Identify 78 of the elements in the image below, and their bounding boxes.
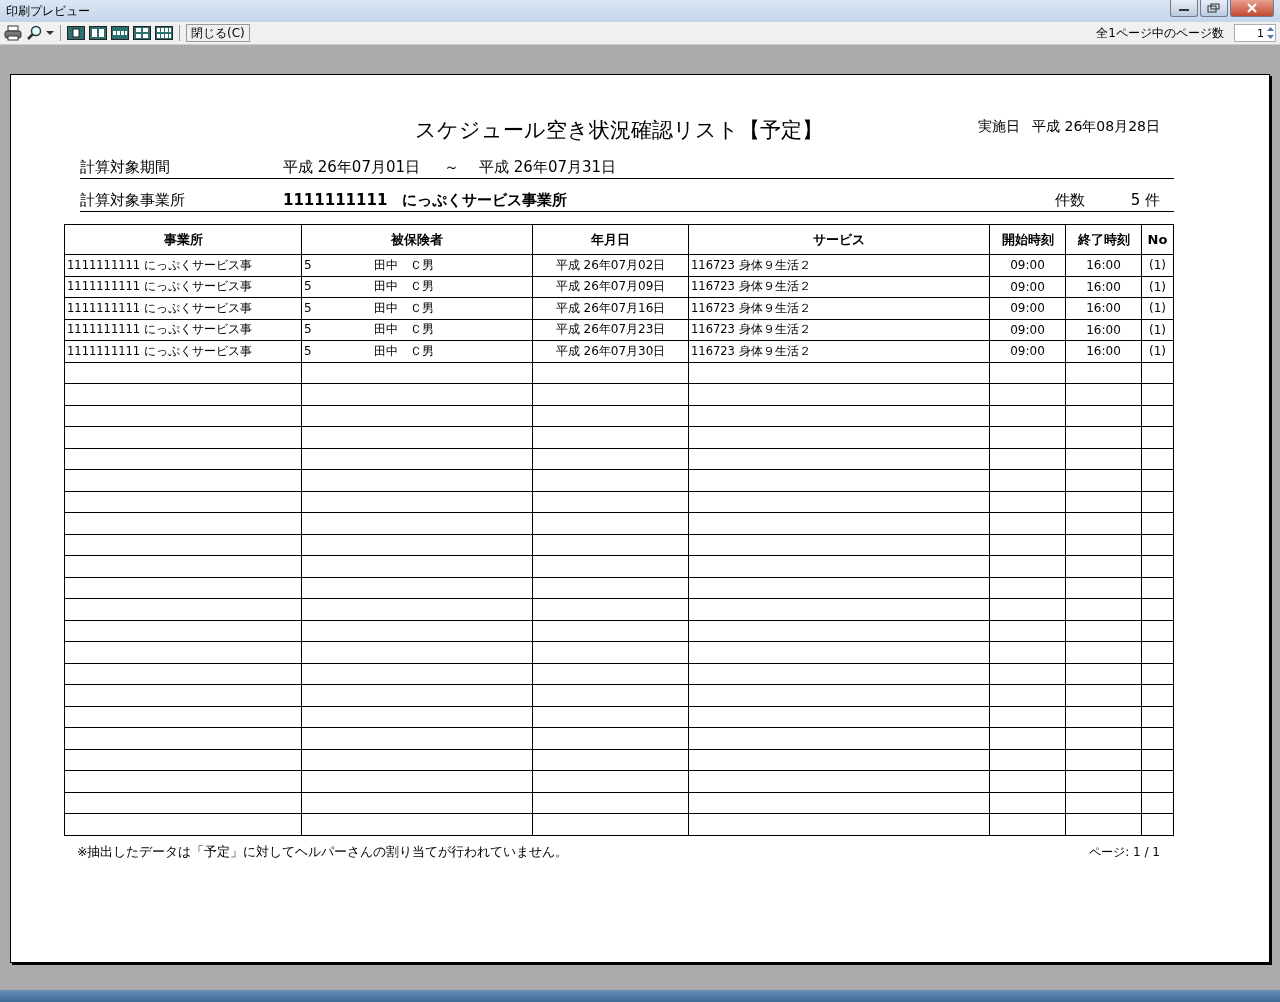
- restore-button[interactable]: [1200, 0, 1228, 17]
- insured-name: 田中 Ｃ男: [374, 321, 434, 339]
- table-cell: 116723 身体９生活２: [688, 254, 990, 276]
- table-cell: 116723 身体９生活２: [688, 319, 990, 341]
- window-title: 印刷プレビュー: [6, 2, 91, 20]
- insured-name: 田中 Ｃ男: [374, 278, 434, 296]
- report-title: スケジュール空き状況確認リスト【予定】: [415, 117, 823, 144]
- footnote: ※抽出したデータは「予定」に対してヘルパーさんの割り当てが行われていません。: [77, 843, 569, 861]
- column-header: 終了時刻: [1065, 224, 1142, 255]
- zoom-icon[interactable]: [26, 25, 42, 41]
- table-cell: 116723 身体９生活２: [688, 340, 990, 362]
- table-cell: 1111111111 にっぷくサービス事: [64, 340, 302, 362]
- table-cell: (1): [1141, 254, 1174, 276]
- report-date: 平成 26年08月28日: [1032, 118, 1160, 136]
- page-count-label: 全1ページ中のページ数: [1096, 24, 1224, 42]
- field-label: 計算対象期間: [80, 158, 171, 177]
- grid-pages-icon[interactable]: [133, 26, 151, 40]
- table-cell: 09:00: [989, 276, 1066, 298]
- insured-name: 田中 Ｃ男: [374, 299, 434, 317]
- table-cell: 116723 身体９生活２: [688, 276, 990, 298]
- two-pages-icon[interactable]: [89, 26, 107, 40]
- insured-number: 5: [304, 322, 313, 337]
- insured-number: 5: [304, 257, 313, 272]
- table-cell: (1): [1141, 276, 1174, 298]
- one-page-icon[interactable]: [67, 26, 85, 40]
- table-cell: 16:00: [1065, 319, 1142, 341]
- field-label: 計算対象事業所: [80, 191, 186, 210]
- table-cell: 16:00: [1065, 276, 1142, 298]
- count-value: 5 件: [1130, 191, 1160, 210]
- many-pages-icon[interactable]: [155, 26, 173, 40]
- table-cell: 116723 身体９生活２: [688, 297, 990, 319]
- table-cell: 平成 26年07月30日: [532, 340, 689, 362]
- table-cell: 平成 26年07月09日: [532, 276, 689, 298]
- close-button[interactable]: [1230, 0, 1274, 17]
- insured-number: 5: [304, 343, 313, 358]
- table-cell: (1): [1141, 340, 1174, 362]
- table-cell: 平成 26年07月02日: [532, 254, 689, 276]
- minimize-button[interactable]: [1170, 0, 1198, 17]
- close-icon: [1245, 3, 1259, 13]
- table-cell: 09:00: [989, 340, 1066, 362]
- column-header: 被保険者: [301, 224, 533, 255]
- page-number-spinner[interactable]: 1: [1234, 24, 1276, 42]
- table-cell: 16:00: [1065, 340, 1142, 362]
- page-indicator: ページ: 1 / 1: [1089, 843, 1160, 861]
- count-label: 件数: [1054, 191, 1085, 210]
- table-cell: 09:00: [989, 254, 1066, 276]
- range-separator: ～: [444, 158, 460, 177]
- insured-number: 5: [304, 279, 313, 294]
- table-cell: 09:00: [989, 297, 1066, 319]
- insured-name: 田中 Ｃ男: [374, 256, 434, 274]
- column-header: No: [1141, 224, 1174, 255]
- table-cell: 1111111111 にっぷくサービス事: [64, 319, 302, 341]
- spinner-arrows-icon[interactable]: [1266, 25, 1275, 41]
- insured-number: 5: [304, 300, 313, 315]
- table-cell: 16:00: [1065, 297, 1142, 319]
- restore-icon: [1207, 3, 1221, 13]
- insured-name: 田中 Ｃ男: [374, 342, 434, 360]
- date-label: 実施日: [978, 118, 1021, 136]
- table-cell: 09:00: [989, 319, 1066, 341]
- table-cell: 平成 26年07月16日: [532, 297, 689, 319]
- column-header: 開始時刻: [989, 224, 1066, 255]
- table-cell: 平成 26年07月23日: [532, 319, 689, 341]
- table-cell: 1111111111 にっぷくサービス事: [64, 276, 302, 298]
- caret-icon[interactable]: [46, 30, 54, 36]
- office-name: 1111111111 にっぷくサービス事業所: [283, 191, 568, 210]
- table-cell: 1111111111 にっぷくサービス事: [64, 297, 302, 319]
- period-start: 平成 26年07月01日: [283, 158, 421, 177]
- table-cell: 1111111111 にっぷくサービス事: [64, 254, 302, 276]
- period-end: 平成 26年07月31日: [479, 158, 617, 177]
- table-cell: (1): [1141, 297, 1174, 319]
- column-header: 年月日: [532, 224, 689, 255]
- table-cell: (1): [1141, 319, 1174, 341]
- print-icon[interactable]: [4, 25, 22, 41]
- four-pages-icon[interactable]: [111, 26, 129, 40]
- column-header: サービス: [688, 224, 990, 255]
- column-header: 事業所: [64, 224, 302, 255]
- table-cell: 16:00: [1065, 254, 1142, 276]
- close-preview-button[interactable]: 閉じる(C): [186, 24, 250, 42]
